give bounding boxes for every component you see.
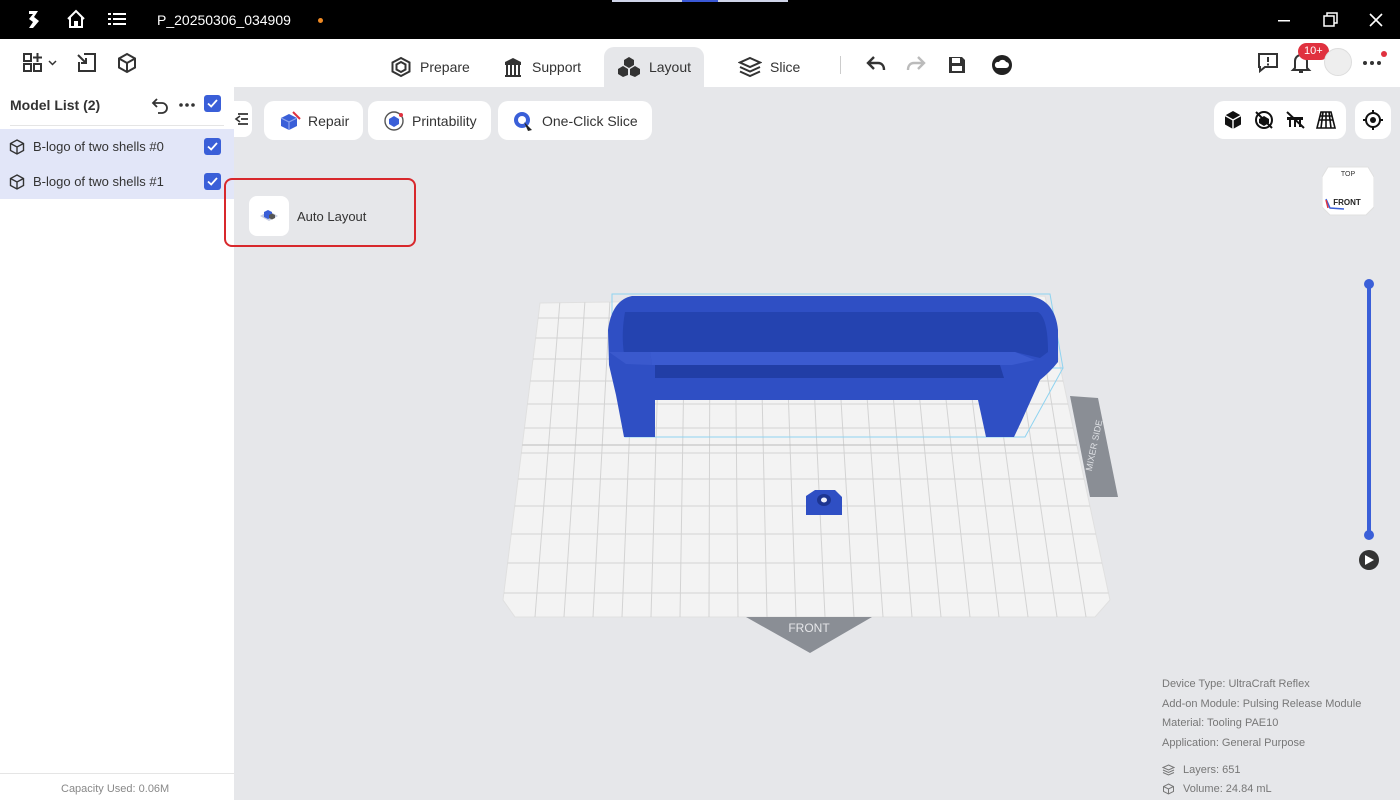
solid-view-icon[interactable] (1222, 109, 1244, 131)
auto-layout-button[interactable] (249, 196, 289, 236)
material: Material: Tooling PAE10 (1162, 717, 1279, 729)
layers-row: Layers: 651 (1162, 760, 1361, 780)
one-click-slice-label: One-Click Slice (542, 112, 638, 129)
volume-icon (1162, 783, 1175, 795)
play-button[interactable] (1359, 550, 1379, 570)
view-cube[interactable]: TOP FRONT (1322, 163, 1374, 217)
repair-button[interactable]: Repair (264, 101, 364, 140)
grid-view-icon[interactable] (1315, 109, 1337, 131)
hide-support-icon[interactable] (1284, 109, 1306, 131)
printability-icon (382, 110, 406, 132)
addon-module: Add-on Module: Pulsing Release Module (1162, 697, 1362, 710)
locate-icon (1363, 110, 1383, 130)
layers-count: Layers: 651 (1183, 763, 1241, 776)
one-click-slice-button[interactable]: One-Click Slice (498, 101, 652, 140)
viewcube-front-label: FRONT (1333, 198, 1361, 207)
volume-value: Volume: 24.84 mL (1183, 783, 1272, 796)
layer-slider-track[interactable] (1367, 284, 1371, 536)
printability-label: Printability (412, 112, 477, 129)
repair-label: Repair (308, 112, 350, 129)
device-type: Device Type: UltraCraft Reflex (1162, 678, 1310, 690)
play-icon (1365, 555, 1374, 565)
layer-slider-lower-handle[interactable] (1364, 530, 1374, 540)
front-label: FRONT (788, 621, 830, 635)
layers-icon (1162, 764, 1175, 776)
locate-button[interactable] (1355, 101, 1391, 139)
auto-layout-highlight: Auto Layout (224, 178, 416, 247)
volume-row: Volume: 24.84 mL (1162, 780, 1361, 800)
one-click-slice-icon (512, 110, 536, 132)
application: Application: General Purpose (1162, 736, 1306, 749)
model-shell-1[interactable] (806, 490, 842, 515)
collapse-panel-button[interactable] (234, 101, 252, 137)
print-info-panel: Device Type: UltraCraft Reflex Add-on Mo… (1162, 678, 1361, 799)
viewcube-top-label: TOP (1341, 171, 1356, 178)
printability-button[interactable]: Printability (368, 101, 491, 140)
auto-layout-label: Auto Layout (297, 209, 367, 224)
xray-view-icon[interactable] (1253, 109, 1275, 131)
auto-layout-icon (260, 210, 278, 221)
repair-icon (278, 110, 302, 132)
view-toolbar (1214, 101, 1346, 139)
layer-slider-upper-handle[interactable] (1364, 279, 1374, 289)
